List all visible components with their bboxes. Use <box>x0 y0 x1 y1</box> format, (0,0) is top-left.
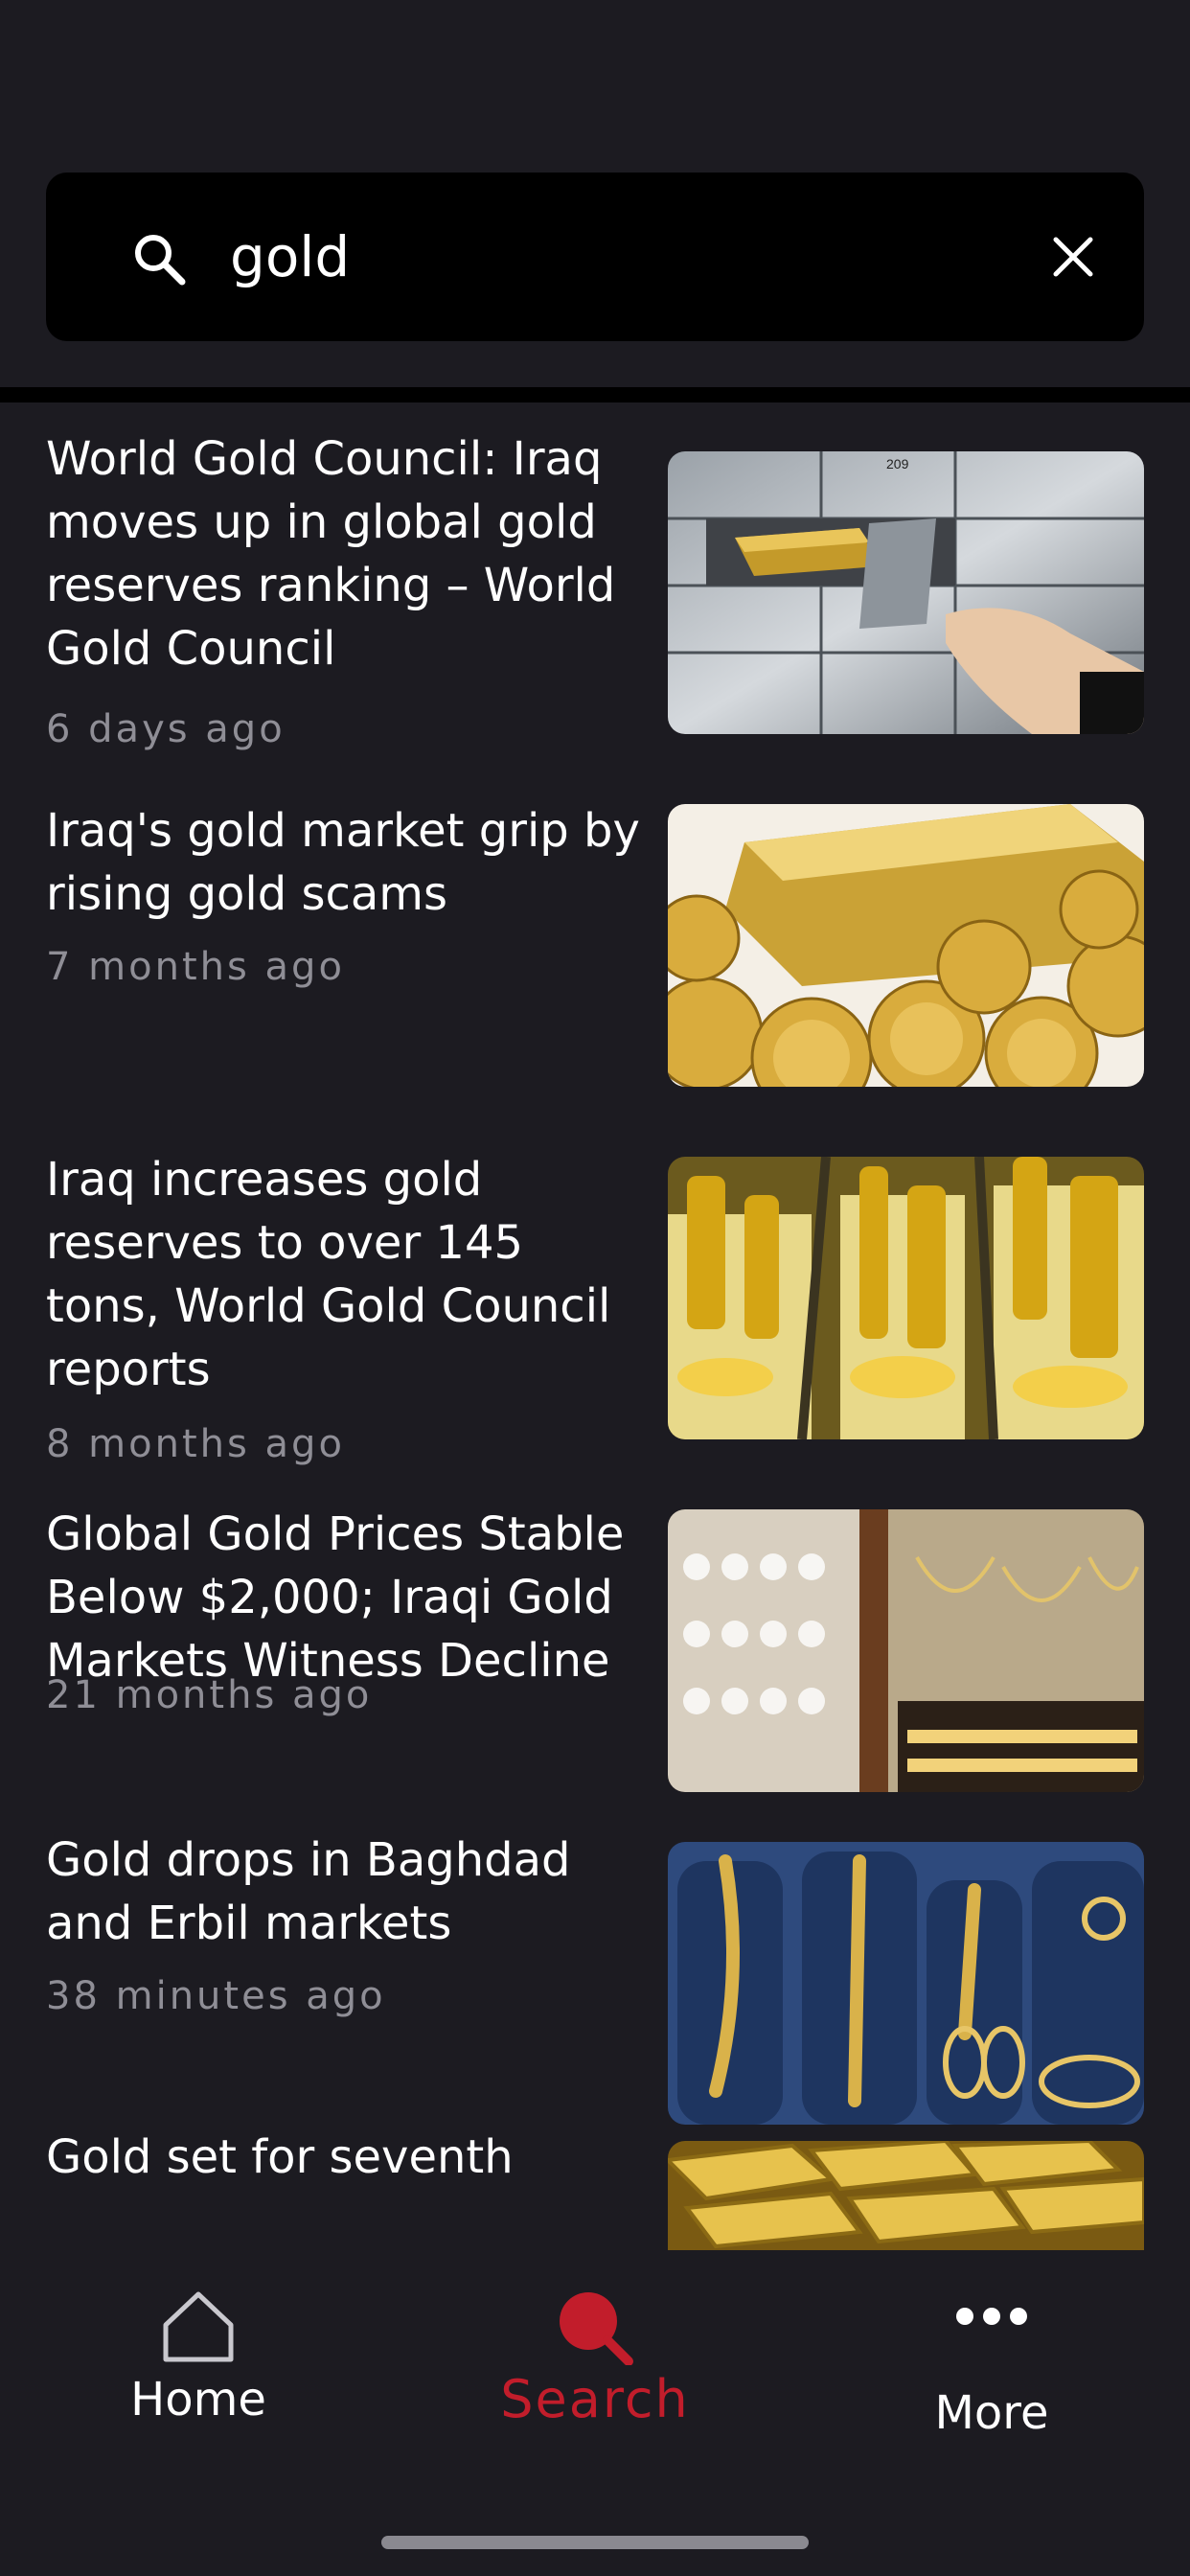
tab-home-label: Home <box>130 2373 266 2426</box>
screen: World Gold Council: Iraq moves up in glo… <box>0 0 1190 2576</box>
list-item[interactable]: Gold drops in Baghdad and Erbil markets … <box>0 1786 1190 2125</box>
article-timestamp: 6 days ago <box>46 707 286 751</box>
article-title: Global Gold Prices Stable Below $2,000; … <box>46 1507 625 1688</box>
gold-bars-image <box>668 2141 1144 2250</box>
tab-more[interactable]: More <box>848 2288 1135 2480</box>
header-divider <box>0 387 1190 402</box>
gold-jewelry-image <box>668 1157 1144 1439</box>
gold-chains-image <box>668 1842 1144 2125</box>
tab-home[interactable]: Home <box>55 2288 342 2480</box>
search-icon <box>132 232 186 286</box>
article-timestamp: 21 months ago <box>46 1673 373 1717</box>
article-timestamp: 38 minutes ago <box>46 1974 386 2018</box>
svg-text:209: 209 <box>886 456 909 472</box>
list-item[interactable]: Iraq's gold market grip by rising gold s… <box>0 755 1190 1108</box>
list-item[interactable]: World Gold Council: Iraq moves up in glo… <box>0 402 1190 755</box>
tab-more-label: More <box>934 2386 1049 2440</box>
home-indicator <box>381 2536 809 2549</box>
bottom-navigation: Home Search More <box>0 2250 1190 2576</box>
search-results-list[interactable]: World Gold Council: Iraq moves up in glo… <box>0 402 1190 2250</box>
article-title: Iraq increases gold reserves to over 145… <box>46 1153 611 1396</box>
article-title: Iraq's gold market grip by rising gold s… <box>46 804 640 921</box>
list-item[interactable]: Global Gold Prices Stable Below $2,000; … <box>0 1460 1190 1792</box>
search-icon <box>552 2288 638 2370</box>
jewelry-shop-image <box>668 1509 1144 1792</box>
more-dots-icon <box>953 2302 1030 2335</box>
article-title: World Gold Council: Iraq moves up in glo… <box>46 432 616 676</box>
home-icon <box>160 2288 237 2370</box>
list-item[interactable]: Gold set for seventh <box>0 2103 1190 2250</box>
tab-search[interactable]: Search <box>451 2288 739 2480</box>
close-icon[interactable] <box>1048 232 1098 282</box>
article-timestamp: 7 months ago <box>46 945 345 989</box>
article-title: Gold drops in Baghdad and Erbil markets <box>46 1833 571 1950</box>
tab-search-label: Search <box>500 2369 690 2429</box>
article-title: Gold set for seventh <box>46 2130 514 2184</box>
vault-image: 209 <box>668 451 1144 734</box>
search-bar[interactable] <box>46 172 1144 341</box>
list-item[interactable]: Iraq increases gold reserves to over 145… <box>0 1108 1190 1466</box>
gold-bar-coins-image <box>668 804 1144 1087</box>
search-input[interactable] <box>230 211 1016 303</box>
